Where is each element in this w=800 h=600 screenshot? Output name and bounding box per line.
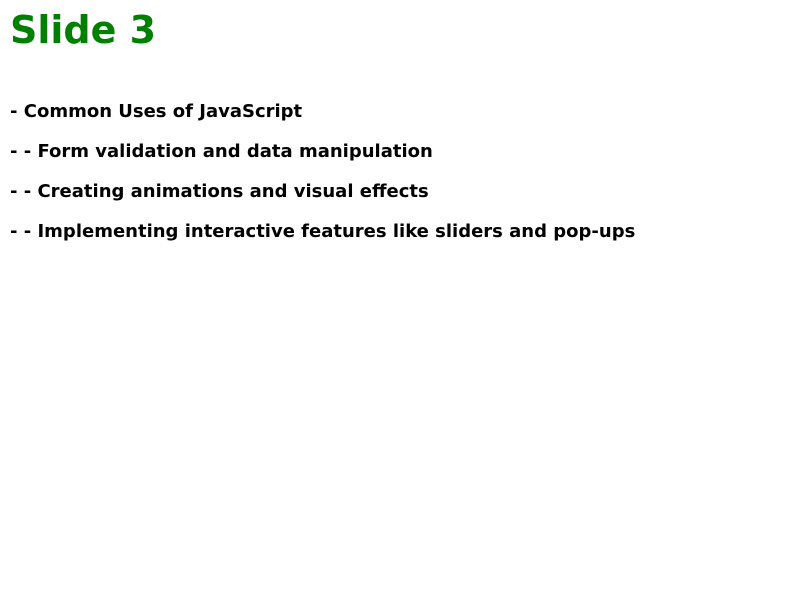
bullet-item: - - Implementing interactive features li… [10,221,636,242]
slide: Slide 3 - Common Uses of JavaScript - - … [0,0,800,600]
bullet-list: - Common Uses of JavaScript - - Form val… [10,100,635,260]
bullet-item: - - Form validation and data manipulatio… [10,141,433,162]
slide-title: Slide 3 [10,8,157,52]
bullet-item: - Common Uses of JavaScript [10,101,303,122]
bullet-item: - - Creating animations and visual effec… [10,181,429,202]
